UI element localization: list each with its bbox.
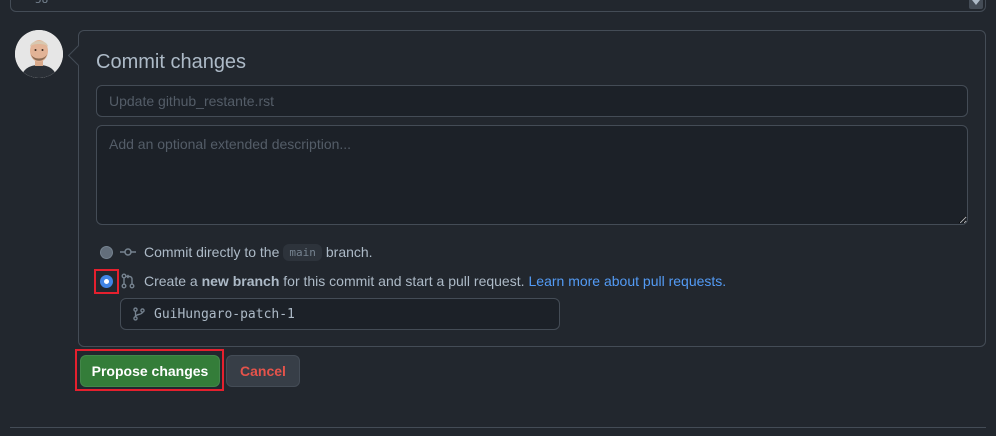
new-branch-suffix: for this commit and start a pull request… (283, 273, 525, 289)
new-branch-radio-wrap[interactable] (94, 268, 119, 294)
commit-summary-input[interactable] (96, 85, 968, 117)
avatar[interactable] (15, 30, 63, 78)
propose-changes-button[interactable]: Propose changes (80, 355, 220, 387)
file-editor-bottom-edge: 58 (10, 0, 986, 12)
divider (10, 427, 986, 428)
commit-directly-option[interactable]: Commit directly to the main branch. (100, 242, 373, 262)
learn-more-pr-link[interactable]: Learn more about pull requests. (529, 273, 727, 289)
git-commit-icon (120, 244, 136, 260)
git-branch-icon (132, 307, 146, 321)
new-branch-option[interactable]: Create a new branch for this commit and … (94, 268, 727, 294)
git-pull-request-icon (120, 273, 136, 289)
branch-name-input[interactable]: GuiHungaro-patch-1 (120, 298, 560, 330)
commit-changes-title: Commit changes (96, 51, 247, 73)
commit-directly-radio-wrap[interactable] (100, 245, 113, 259)
commit-directly-radio[interactable] (100, 245, 113, 259)
new-branch-bold: new branch (201, 273, 280, 289)
branch-name-value[interactable]: GuiHungaro-patch-1 (154, 307, 295, 322)
commit-changes-panel: Commit changes Commit directly to the ma… (78, 30, 986, 347)
scroll-down-arrow-icon[interactable] (969, 0, 983, 9)
commit-description-input[interactable] (96, 125, 968, 225)
line-number: 58 (35, 0, 48, 6)
new-branch-radio[interactable] (100, 274, 113, 288)
main-branch-chip: main (283, 243, 322, 261)
commit-directly-prefix: Commit directly to the (144, 244, 280, 260)
new-branch-prefix: Create a (144, 273, 198, 289)
cancel-button[interactable]: Cancel (226, 355, 300, 387)
user-avatar-image (15, 30, 63, 78)
commit-directly-suffix: branch. (325, 244, 373, 260)
